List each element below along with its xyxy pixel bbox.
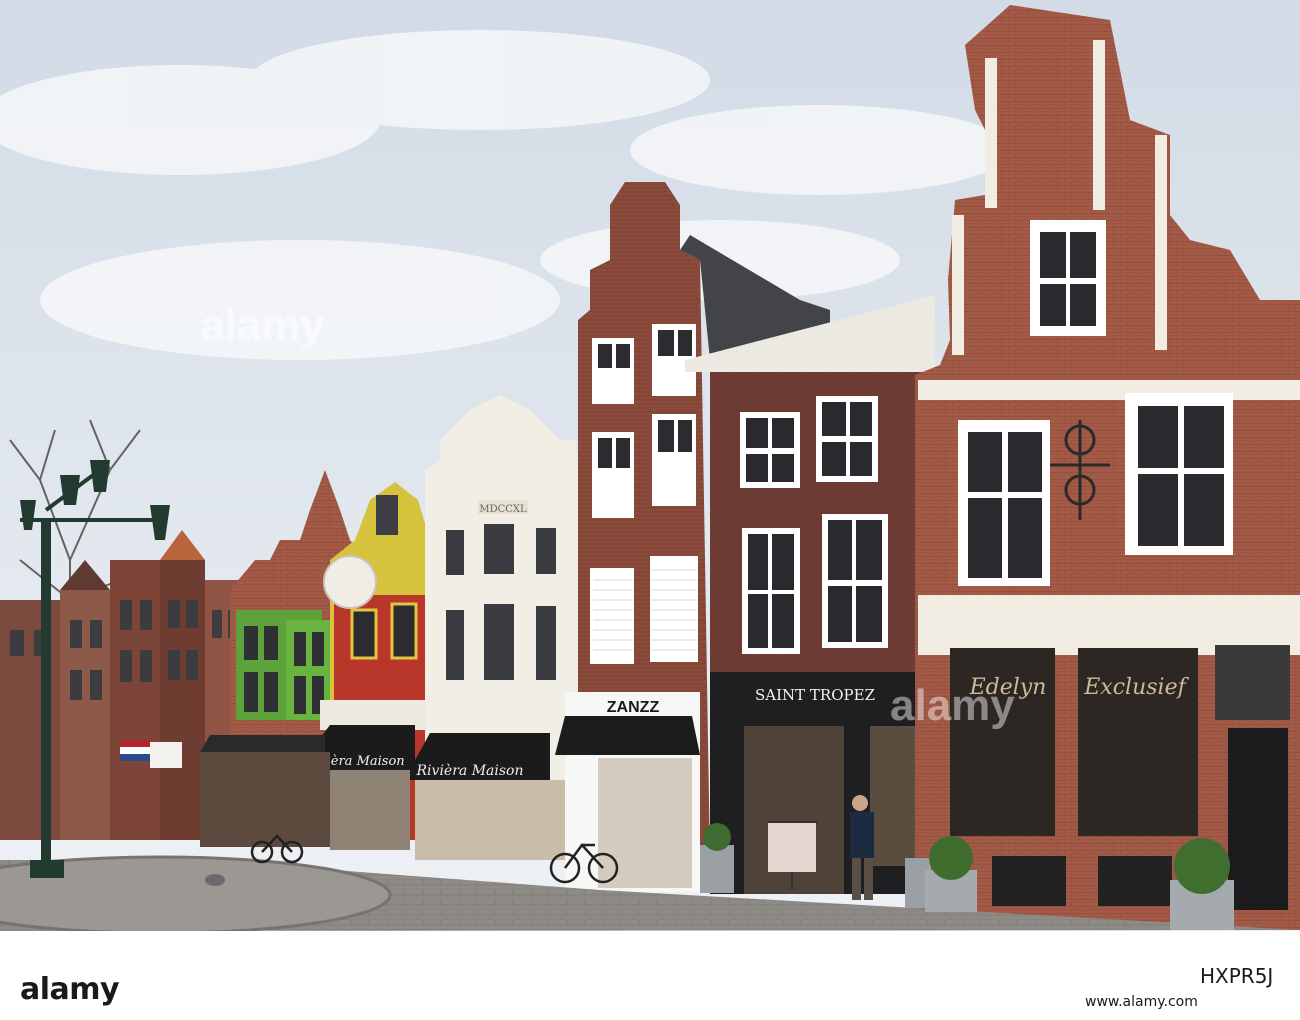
alamy-logo[interactable]: alamy <box>20 972 120 1007</box>
lantern-ball-ornament <box>323 555 377 609</box>
date-stone: MDCCXL <box>479 504 527 515</box>
watermark-1: alamy <box>200 301 325 350</box>
riviera-maison-awning-2: Rivièra Maison <box>416 763 524 779</box>
street-photo: MDCCXL ZANZZ SAINT TROPEZ Edelyn Exclusi… <box>0 0 1300 931</box>
saint-tropez-house: SAINT TROPEZ <box>685 295 940 894</box>
image-id: HXPR5J <box>1200 964 1274 988</box>
exclusief-window-sign: Exclusief <box>1083 675 1189 700</box>
saint-tropez-sign: SAINT TROPEZ <box>755 686 875 704</box>
alamy-url[interactable]: www.alamy.com <box>1085 994 1198 1010</box>
watermark-2: alamy <box>890 681 1015 730</box>
zanzz-sign: ZANZZ <box>607 699 660 716</box>
pigeon <box>205 874 225 886</box>
